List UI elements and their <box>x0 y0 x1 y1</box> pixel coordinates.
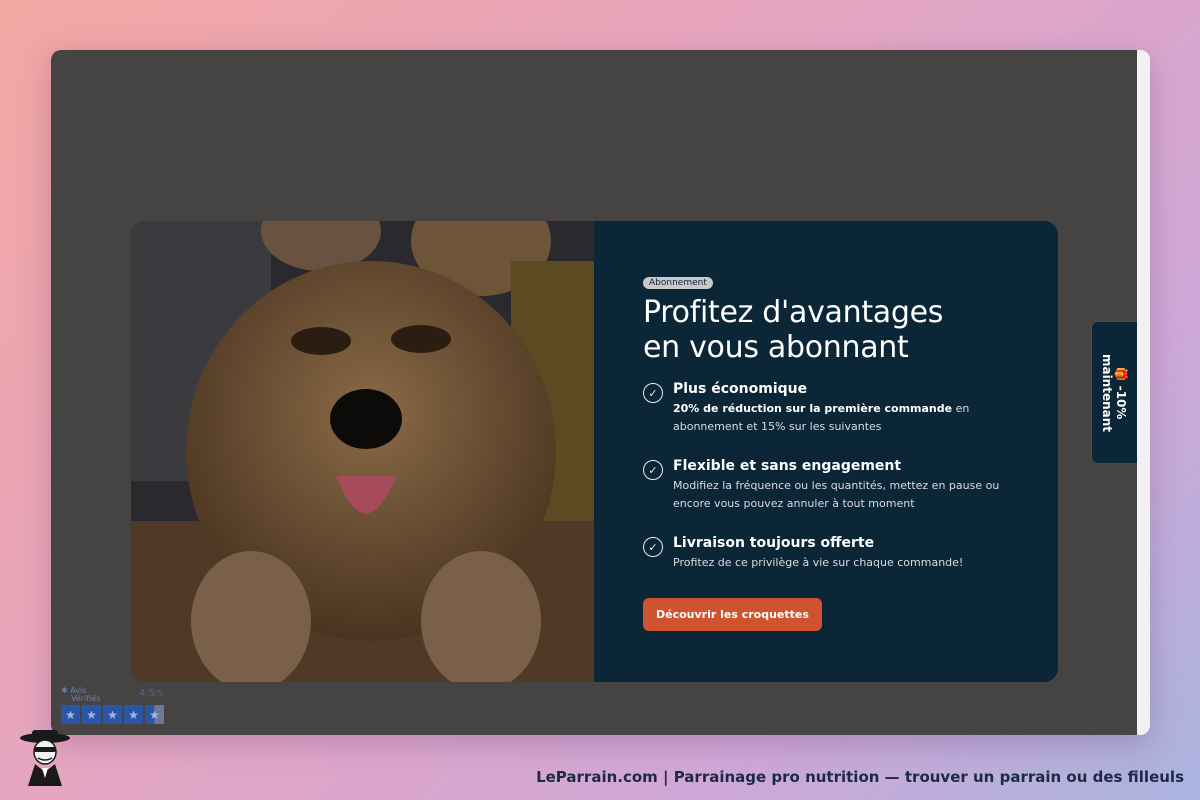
dog-illustration <box>131 221 594 682</box>
modal-title-line1: Profitez d'avantages <box>643 295 944 330</box>
feature-desc-bold: 20% de réduction sur la première command… <box>673 402 953 415</box>
feature-desc: Modifiez la fréquence ou les quantités, … <box>673 479 1000 510</box>
review-score-value: 4.5 <box>139 688 155 699</box>
discount-percent: -10% <box>1114 385 1129 419</box>
check-icon: ✓ <box>643 460 663 480</box>
feature-desc: Profitez de ce privilège à vie sur chaqu… <box>673 556 964 569</box>
discount-now: maintenant <box>1100 353 1115 432</box>
scrollbar[interactable] <box>1137 50 1150 735</box>
check-icon: ✓ <box>643 537 663 557</box>
feature-desc: 20% de réduction sur la première command… <box>673 400 1003 436</box>
feature-title: Livraison toujours offerte <box>673 535 875 551</box>
star-icon: ★ <box>124 705 143 724</box>
review-score: 4.5/5 <box>139 688 163 699</box>
gift-icon: 🎁 <box>1114 366 1129 382</box>
avis-verifies-icon: ✱ <box>61 686 68 695</box>
discover-croquettes-button[interactable]: Découvrir les croquettes <box>643 598 822 631</box>
browser-window: Abonnement Profitez d'avantages en vous … <box>51 50 1150 735</box>
avis-verifies-logo: ✱ Avis Vérifiés <box>61 687 100 703</box>
feature-title: Flexible et sans engagement <box>673 458 902 474</box>
reviews-widget[interactable]: ✱ Avis Vérifiés 4.5/5 ★ ★ ★ ★ ★ <box>61 686 164 726</box>
subscription-badge: Abonnement <box>643 277 713 289</box>
feature-economique: ✓ Plus économique 20% de réduction sur l… <box>643 381 1058 436</box>
footer-caption: LeParrain.com | Parrainage pro nutrition… <box>536 768 1184 786</box>
avis-brand-line2: Vérifiés <box>71 694 101 703</box>
discount-side-tab[interactable]: 🎁 -10% maintenant <box>1092 322 1137 463</box>
feature-livraison: ✓ Livraison toujours offerte Profitez de… <box>643 535 1058 572</box>
review-stars: ★ ★ ★ ★ ★ <box>61 705 164 724</box>
modal-title: Profitez d'avantages en vous abonnant <box>643 295 1003 365</box>
dog-photo <box>131 221 594 682</box>
star-icon: ★ <box>61 705 80 724</box>
modal-title-line2: en vous abonnant <box>643 330 909 365</box>
half-star-icon: ★ <box>145 705 164 724</box>
leparrain-mascot-logo <box>20 730 70 786</box>
feature-flexible: ✓ Flexible et sans engagement Modifiez l… <box>643 458 1058 513</box>
check-icon: ✓ <box>643 383 663 403</box>
modal-content: Abonnement Profitez d'avantages en vous … <box>594 221 1058 682</box>
star-icon: ★ <box>103 705 122 724</box>
subscription-modal: Abonnement Profitez d'avantages en vous … <box>131 221 1058 682</box>
feature-title: Plus économique <box>673 381 808 397</box>
star-icon: ★ <box>82 705 101 724</box>
review-score-suffix: /5 <box>154 689 163 698</box>
discount-tab-label: 🎁 -10% maintenant <box>1101 353 1129 431</box>
